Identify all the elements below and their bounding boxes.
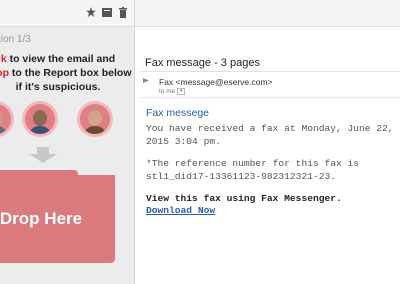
arrow-down-icon: [29, 147, 57, 163]
message-body: You have received a fax at Monday, June …: [146, 123, 394, 147]
recipient-line[interactable]: to me ▾: [159, 88, 186, 96]
avatar[interactable]: [0, 101, 14, 137]
archive-icon[interactable]: [102, 7, 112, 19]
instruction-line-1: k to view the email and: [0, 53, 116, 65]
instruction-line-3: if it's suspicious.: [15, 81, 101, 93]
divider: [140, 71, 400, 72]
avatar[interactable]: [77, 101, 113, 137]
reference-text: *The reference number for this fax is st…: [146, 158, 360, 182]
avatar[interactable]: [22, 101, 58, 137]
recipient: to me: [159, 88, 176, 96]
drop-label: Drop Here: [0, 209, 83, 228]
chevron-down-icon[interactable]: ▾: [177, 88, 186, 95]
phishing-quiz-panel: tion 1/3 k to view the email and Drop to…: [0, 0, 135, 284]
email-subject: Fax message - 3 pages: [145, 57, 260, 69]
sender-icon: [143, 78, 149, 83]
divider: [140, 97, 400, 98]
suspect-avatars: [0, 98, 134, 144]
sender[interactable]: Fax <message@eserve.com>: [159, 77, 273, 87]
instruction-line-2: Drop to the Report box below: [0, 67, 132, 79]
email-toolbar: [135, 0, 400, 27]
download-link[interactable]: Download Now: [146, 205, 215, 218]
email-view: Fax message - 3 pages Fax <message@eserv…: [135, 0, 400, 284]
view-instruction: View this fax using Fax Messenger.: [146, 193, 342, 204]
left-toolbar: [0, 0, 134, 27]
trash-icon[interactable]: [118, 7, 128, 19]
report-drop-zone[interactable]: Drop Here: [0, 175, 115, 263]
star-icon[interactable]: [86, 7, 96, 19]
instructions: k to view the email and Drop to the Repo…: [0, 52, 134, 94]
message-title: Fax messege: [146, 107, 210, 119]
